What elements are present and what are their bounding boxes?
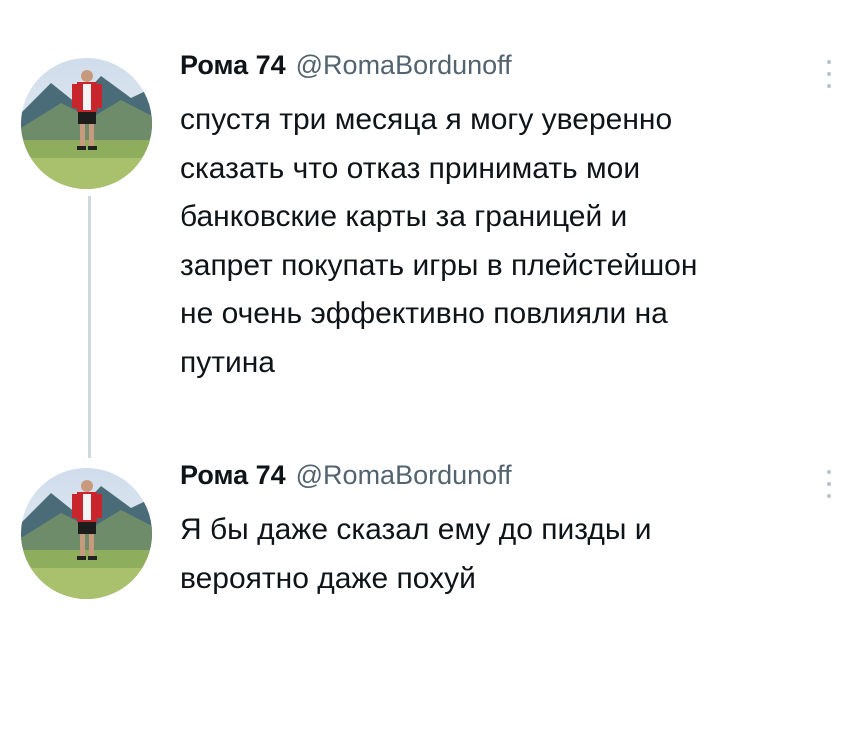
more-dots-icon[interactable] [822, 470, 836, 498]
more-dots-icon[interactable] [822, 60, 836, 88]
tweet-header: Рома 74 @RomaBordunoff [180, 460, 512, 500]
thread-connector-line [88, 196, 91, 458]
tweet-text: спустя три месяца я могу уверенно сказат… [180, 96, 840, 387]
tweet-header: Рома 74 @RomaBordunoff [180, 50, 512, 90]
tweet-text-line: сказать что отказ принимать мои [180, 151, 641, 185]
author-name[interactable]: Рома 74 [180, 460, 286, 491]
author-name[interactable]: Рома 74 [180, 50, 286, 81]
author-handle[interactable]: @RomaBordunoff [296, 460, 512, 491]
tweet-text-line: Я бы даже сказал ему до пизды и [180, 513, 652, 546]
tweet-text-line: не очень эффективно повлияли на [180, 297, 668, 330]
avatar[interactable] [21, 58, 152, 189]
tweet-text-line: банковские карты за границей и [180, 200, 628, 233]
user-photo-avatar [21, 468, 152, 599]
tweet-text-line: вероятно даже похуй [180, 561, 476, 595]
avatar[interactable] [21, 468, 152, 599]
tweet-text-line: запрет покупать игры в плейстейшон [180, 248, 698, 282]
user-photo-avatar [21, 58, 152, 189]
author-handle[interactable]: @RomaBordunoff [296, 50, 512, 81]
tweet-text-line: спустя три месяца я могу уверенно [180, 103, 673, 136]
tweet-text-line: путина [180, 345, 275, 379]
tweet-text: Я бы даже сказал ему до пизды и вероятно… [180, 506, 840, 603]
